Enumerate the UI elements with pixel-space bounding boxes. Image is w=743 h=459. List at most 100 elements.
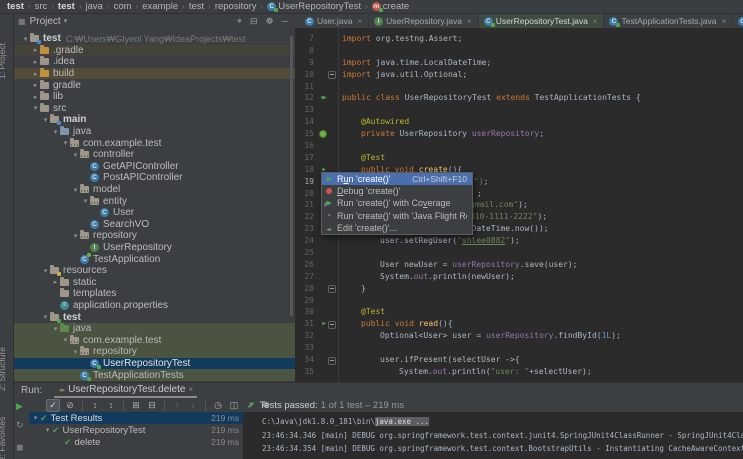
tree-item-searchvo[interactable]: C SearchVO bbox=[13, 219, 295, 231]
tree-item-static[interactable]: ▸ static bbox=[13, 276, 295, 288]
project-panel-title[interactable]: Project bbox=[30, 16, 61, 27]
tree-item-resources[interactable]: ▾ resources bbox=[13, 265, 295, 277]
tree-item-java[interactable]: ▾ java bbox=[13, 126, 295, 138]
breadcrumb-item-test[interactable]: test bbox=[189, 1, 204, 12]
menu-item-run-create-with-java-flight-recorder[interactable]: ◔ Run 'create()' with 'Java Flight Record… bbox=[322, 210, 472, 222]
menu-item-edit-create[interactable]: ◂▸ Edit 'create()'... bbox=[322, 222, 472, 234]
chevron-down-icon[interactable]: ▾ bbox=[41, 116, 50, 124]
tree-item-src[interactable]: ▾ src bbox=[13, 102, 295, 115]
chevron-down-icon[interactable]: ▾ bbox=[51, 325, 60, 333]
chevron-right-icon[interactable]: ▸ bbox=[31, 58, 40, 66]
breadcrumb-item-repository[interactable]: repository bbox=[215, 1, 257, 12]
chevron-down-icon[interactable]: ▾ bbox=[81, 197, 90, 205]
chevron-right-icon[interactable]: ▸ bbox=[31, 70, 40, 78]
tree-item-java[interactable]: ▾ java bbox=[13, 322, 295, 335]
breadcrumb-item-test[interactable]: test bbox=[58, 1, 75, 12]
chevron-down-icon[interactable]: ▾ bbox=[71, 186, 80, 194]
fold-icon[interactable] bbox=[328, 356, 336, 365]
tool-window-project[interactable]: 1: Project bbox=[0, 43, 7, 79]
chevron-down-icon[interactable]: ▾ bbox=[41, 267, 50, 275]
close-icon[interactable]: × bbox=[721, 17, 726, 26]
chevron-down-icon[interactable]: ▾ bbox=[71, 348, 80, 356]
tree-item-repository[interactable]: ▾ repository bbox=[13, 346, 295, 358]
test-row-delete[interactable]: ✔ delete 219 ms bbox=[29, 436, 243, 448]
tab-testapplicationtests-java[interactable]: C TestApplicationTests.java × bbox=[604, 14, 734, 28]
chevron-right-icon[interactable]: ▸ bbox=[31, 81, 40, 89]
tree-item-test[interactable]: ▾ test C:₩Users₩GIyeol Yang₩IdeaProjects₩t… bbox=[13, 33, 295, 45]
tree-item-com-example-test[interactable]: ▾ com.example.test bbox=[13, 334, 295, 347]
import-results-icon[interactable]: ◫ bbox=[228, 399, 240, 412]
tab-testapplication-java[interactable]: CTestApplication.java× bbox=[733, 14, 743, 28]
sort-duration-icon[interactable]: ↕ bbox=[89, 399, 101, 412]
chevron-right-icon[interactable]: ▸ bbox=[51, 278, 60, 286]
close-icon[interactable]: × bbox=[593, 17, 598, 26]
tree-item-controller[interactable]: ▾ controller bbox=[13, 149, 295, 161]
test-row-userrepositorytest[interactable]: ▾ ✔ UserRepositoryTest 219 ms bbox=[29, 424, 243, 436]
rerun-failed-icon[interactable]: ↻ bbox=[16, 420, 24, 431]
tree-item-userrepository[interactable]: I UserRepository bbox=[13, 242, 295, 254]
tree-item-userrepositorytest[interactable]: C UserRepositoryTest bbox=[13, 357, 295, 370]
tool-window-structure[interactable]: 2: Structure bbox=[0, 347, 7, 391]
tree-item-build[interactable]: ▸ build bbox=[13, 67, 295, 80]
run-gutter-icon[interactable]: ▶ bbox=[318, 318, 328, 330]
collapse-all-icon[interactable]: ⊟ bbox=[146, 399, 158, 412]
tree-item-testapplicationtests[interactable]: C TestApplicationTests bbox=[13, 369, 295, 381]
locate-icon[interactable]: ⌖ bbox=[237, 14, 242, 28]
tree-item-testapplication[interactable]: C TestApplication bbox=[13, 252, 295, 265]
chevron-down-icon[interactable]: ▾ bbox=[31, 414, 40, 422]
menu-item-run-create-with-coverage[interactable]: ▶ Run 'create()' with Coverage bbox=[322, 197, 472, 209]
rerun-icon[interactable]: ▶ bbox=[16, 401, 23, 412]
prev-failed-icon[interactable]: ↑ bbox=[171, 399, 183, 412]
run-gutter-icon[interactable]: ▶▶ bbox=[318, 92, 328, 104]
sort-alpha-icon[interactable]: ↕ bbox=[105, 399, 117, 412]
chevron-down-icon[interactable]: ▾ bbox=[43, 426, 52, 434]
breadcrumb-item-create[interactable]: m create bbox=[371, 1, 409, 12]
tree-item-gradle[interactable]: ▸ gradle bbox=[13, 79, 295, 91]
fold-icon[interactable] bbox=[328, 285, 336, 294]
chevron-down-icon[interactable]: ▾ bbox=[71, 151, 80, 159]
tab-userrepositorytest-java[interactable]: C UserRepositoryTest.java × bbox=[478, 14, 605, 28]
test-history-icon[interactable]: ◷ bbox=[212, 399, 224, 412]
tool-window-favorites[interactable]: 2: Favorites bbox=[0, 417, 7, 459]
tree-item-model[interactable]: ▾ model bbox=[13, 184, 295, 196]
tree-scrollbar[interactable] bbox=[290, 36, 293, 316]
stop-icon[interactable]: ◼ bbox=[16, 442, 23, 453]
tab-userrepository-java[interactable]: I UserRepository.java × bbox=[369, 14, 479, 28]
menu-item-debug-create[interactable]: Debug 'create()' bbox=[322, 185, 472, 197]
breadcrumb-item-java[interactable]: java bbox=[86, 1, 103, 12]
tree-item-user[interactable]: C User bbox=[13, 207, 295, 219]
chevron-down-icon[interactable]: ▾ bbox=[71, 232, 80, 240]
breadcrumb-item-src[interactable]: src bbox=[35, 1, 48, 12]
next-failed-icon[interactable]: ↓ bbox=[187, 399, 199, 412]
chevron-down-icon[interactable]: ▾ bbox=[41, 313, 50, 321]
close-icon[interactable]: × bbox=[357, 17, 362, 26]
tree-item-lib[interactable]: ▸ lib bbox=[13, 91, 295, 103]
tree-item-getapicontroller[interactable]: C GetAPIController bbox=[13, 161, 295, 173]
tree-item-test[interactable]: ▾ test bbox=[13, 311, 295, 323]
test-row-test-results[interactable]: ▾ ✔ Test Results 219 ms bbox=[29, 412, 243, 424]
chevron-down-icon[interactable]: ▾ bbox=[64, 17, 68, 25]
tree-item-main[interactable]: ▾ main bbox=[13, 114, 295, 126]
tree-item-postapicontroller[interactable]: C PostAPIController bbox=[13, 172, 295, 184]
menu-item-run-create[interactable]: ▶ Run 'create()' Ctrl+Shift+F10 bbox=[322, 173, 472, 186]
close-icon[interactable]: × bbox=[467, 17, 472, 26]
close-icon[interactable]: × bbox=[188, 385, 193, 394]
tree-item-application-properties[interactable]: ≡ application.properties bbox=[13, 300, 295, 312]
chevron-down-icon[interactable]: ▾ bbox=[51, 128, 60, 136]
breadcrumb-item-com[interactable]: com bbox=[114, 1, 132, 12]
chevron-right-icon[interactable]: ▸ bbox=[31, 93, 40, 101]
hide-icon[interactable]: ─ bbox=[282, 14, 288, 28]
tree-item-com-example-test[interactable]: ▾ com.example.test bbox=[13, 137, 295, 149]
spring-bean-gutter-icon[interactable] bbox=[318, 128, 328, 140]
chevron-down-icon[interactable]: ▾ bbox=[61, 139, 70, 147]
fold-icon[interactable] bbox=[328, 71, 336, 80]
expand-all-icon[interactable]: ⊞ bbox=[130, 399, 142, 412]
tree-item-repository[interactable]: ▾ repository bbox=[13, 230, 295, 242]
chevron-down-icon[interactable]: ▾ bbox=[31, 104, 40, 112]
collapse-all-icon[interactable]: ⊟ bbox=[250, 14, 258, 28]
run-tab[interactable]: ◂▸ UserRepositoryTest.delete × bbox=[54, 382, 198, 398]
filter-ignored-icon[interactable]: ⊘ bbox=[64, 399, 76, 412]
settings-icon[interactable]: ☸ bbox=[266, 14, 274, 28]
tree-item-entity[interactable]: ▾ entity bbox=[13, 195, 295, 207]
chevron-right-icon[interactable]: ▸ bbox=[31, 46, 40, 54]
